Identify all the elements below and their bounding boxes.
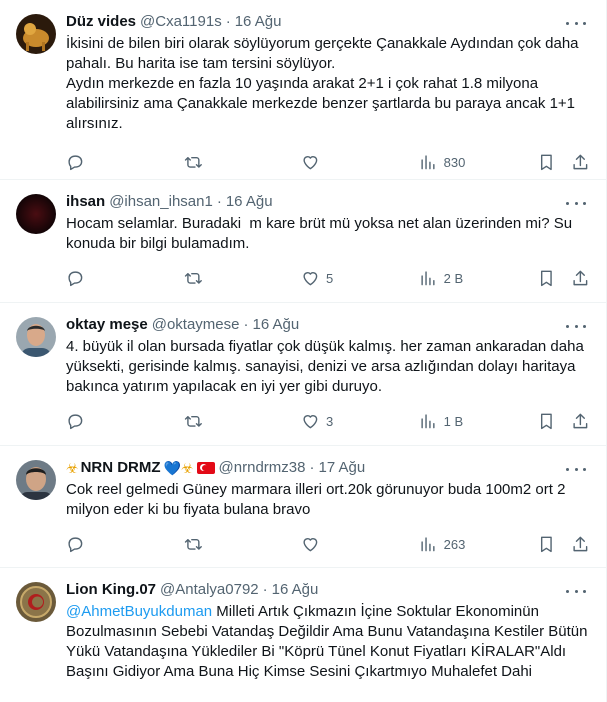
- tweet-text: İkisini de bilen biri olarak söylüyorum …: [66, 35, 579, 132]
- retweet-button[interactable]: [184, 153, 244, 172]
- like-button[interactable]: [301, 535, 361, 554]
- user-handle[interactable]: @nrndrmz38: [219, 458, 306, 478]
- avatar[interactable]: [16, 194, 56, 234]
- separator-dot: ·: [309, 459, 315, 476]
- separator-dot: ·: [225, 13, 231, 30]
- retweet-icon: [184, 538, 202, 550]
- avatar[interactable]: [16, 582, 56, 622]
- avatar[interactable]: [16, 317, 56, 357]
- like-count: 3: [326, 413, 334, 429]
- share-icon: [573, 413, 588, 428]
- views-button[interactable]: 1 B: [419, 412, 479, 431]
- timestamp[interactable]: 16 Ağu: [272, 580, 319, 600]
- views-icon: [421, 155, 435, 169]
- share-button[interactable]: [571, 535, 590, 554]
- bookmark-button[interactable]: [537, 153, 556, 172]
- bookmark-button[interactable]: [537, 269, 556, 288]
- reply-icon: [68, 155, 83, 170]
- share-icon: [573, 536, 588, 551]
- like-button[interactable]: 3: [301, 412, 361, 431]
- separator-dot: ·: [262, 581, 268, 598]
- timestamp[interactable]: 16 Ağu: [235, 12, 282, 32]
- biohazard-icon: ☣: [66, 460, 79, 476]
- reply-button[interactable]: [66, 153, 126, 172]
- heart-icon: [303, 271, 318, 285]
- display-name[interactable]: Lion King.07: [66, 580, 156, 600]
- separator-dot: ·: [216, 193, 222, 210]
- views-icon: [421, 537, 435, 551]
- name-emoji-icons: 💙☣: [163, 460, 194, 476]
- tweet[interactable]: ihsan @ihsan_ihsan1 · 16 Ağu Hocam selam…: [0, 180, 606, 303]
- timestamp[interactable]: 16 Ağu: [226, 192, 273, 212]
- view-count: 263: [443, 536, 466, 552]
- user-handle[interactable]: @Antalya0792: [160, 580, 259, 600]
- display-name[interactable]: ihsan: [66, 192, 105, 212]
- retweet-icon: [184, 272, 202, 284]
- bookmark-icon: [540, 270, 552, 286]
- retweet-button[interactable]: [184, 412, 244, 431]
- bookmark-icon: [540, 536, 552, 552]
- views-button[interactable]: 263: [419, 535, 479, 554]
- retweet-button[interactable]: [184, 535, 244, 554]
- tweet-text: @AhmetBuyukduman Milleti Artık Çıkmazın …: [66, 602, 590, 682]
- views-button[interactable]: 2 B: [419, 269, 479, 288]
- display-name[interactable]: NRN DRMZ: [81, 458, 161, 478]
- tweet[interactable]: ☣ NRN DRMZ 💙☣ @nrndrmz38 · 17 Ağu Cok re…: [0, 446, 606, 568]
- like-button[interactable]: [301, 153, 361, 172]
- more-icon[interactable]: [566, 460, 586, 478]
- more-icon[interactable]: [566, 14, 586, 32]
- mention-link[interactable]: @AhmetBuyukduman: [66, 603, 212, 620]
- share-button[interactable]: [571, 412, 590, 431]
- retweet-icon: [184, 156, 202, 168]
- display-name[interactable]: Düz vides: [66, 12, 136, 32]
- display-name[interactable]: oktay meşe: [66, 315, 148, 335]
- bookmark-icon: [540, 413, 552, 429]
- tweet-text: Cok reel gelmedi Güney marmara illeri or…: [66, 481, 570, 518]
- avatar[interactable]: [16, 460, 56, 500]
- bookmark-button[interactable]: [537, 412, 556, 431]
- tweet-feed: Düz vides @Cxa1191s · 16 Ağu İkisini de …: [0, 0, 607, 702]
- more-icon[interactable]: [566, 317, 586, 335]
- share-button[interactable]: [571, 153, 590, 172]
- avatar[interactable]: [16, 14, 56, 54]
- heart-icon: [303, 155, 318, 169]
- share-icon: [573, 154, 588, 169]
- tweet[interactable]: Düz vides @Cxa1191s · 16 Ağu İkisini de …: [0, 0, 606, 180]
- retweet-icon: [184, 415, 202, 427]
- reply-icon: [68, 271, 83, 286]
- reply-button[interactable]: [66, 269, 126, 288]
- view-count: 1 B: [443, 413, 464, 429]
- tweet[interactable]: Lion King.07 @Antalya0792 · 16 Ağu @Ahme…: [0, 568, 606, 702]
- share-button[interactable]: [571, 269, 590, 288]
- more-icon[interactable]: [566, 194, 586, 212]
- view-count: 830: [443, 154, 466, 170]
- timestamp[interactable]: 17 Ağu: [318, 458, 365, 478]
- like-count: 5: [326, 270, 334, 286]
- bookmark-button[interactable]: [537, 535, 556, 554]
- tweet[interactable]: oktay meşe @oktaymese · 16 Ağu 4. büyük …: [0, 303, 606, 446]
- tweet-text: Hocam selamlar. Buradaki m kare brüt mü …: [66, 215, 577, 252]
- share-icon: [573, 270, 588, 285]
- reply-icon: [68, 537, 83, 552]
- reply-button[interactable]: [66, 412, 126, 431]
- retweet-button[interactable]: [184, 269, 244, 288]
- turkey-flag-icon: [196, 462, 215, 474]
- user-handle[interactable]: @Cxa1191s: [140, 12, 222, 32]
- like-button[interactable]: 5: [301, 269, 361, 288]
- more-icon[interactable]: [566, 582, 586, 600]
- views-button[interactable]: 830: [419, 153, 479, 172]
- heart-icon: [303, 537, 318, 551]
- user-handle[interactable]: @ihsan_ihsan1: [109, 192, 213, 212]
- view-count: 2 B: [443, 270, 464, 286]
- user-handle[interactable]: @oktaymese: [152, 315, 240, 335]
- heart-icon: [303, 414, 318, 428]
- timestamp[interactable]: 16 Ağu: [252, 315, 299, 335]
- separator-dot: ·: [243, 316, 249, 333]
- tweet-text: 4. büyük il olan bursada fiyatlar çok dü…: [66, 338, 588, 395]
- reply-icon: [68, 414, 83, 429]
- bookmark-icon: [540, 154, 552, 170]
- views-icon: [421, 271, 435, 285]
- reply-button[interactable]: [66, 535, 126, 554]
- views-icon: [421, 414, 435, 428]
